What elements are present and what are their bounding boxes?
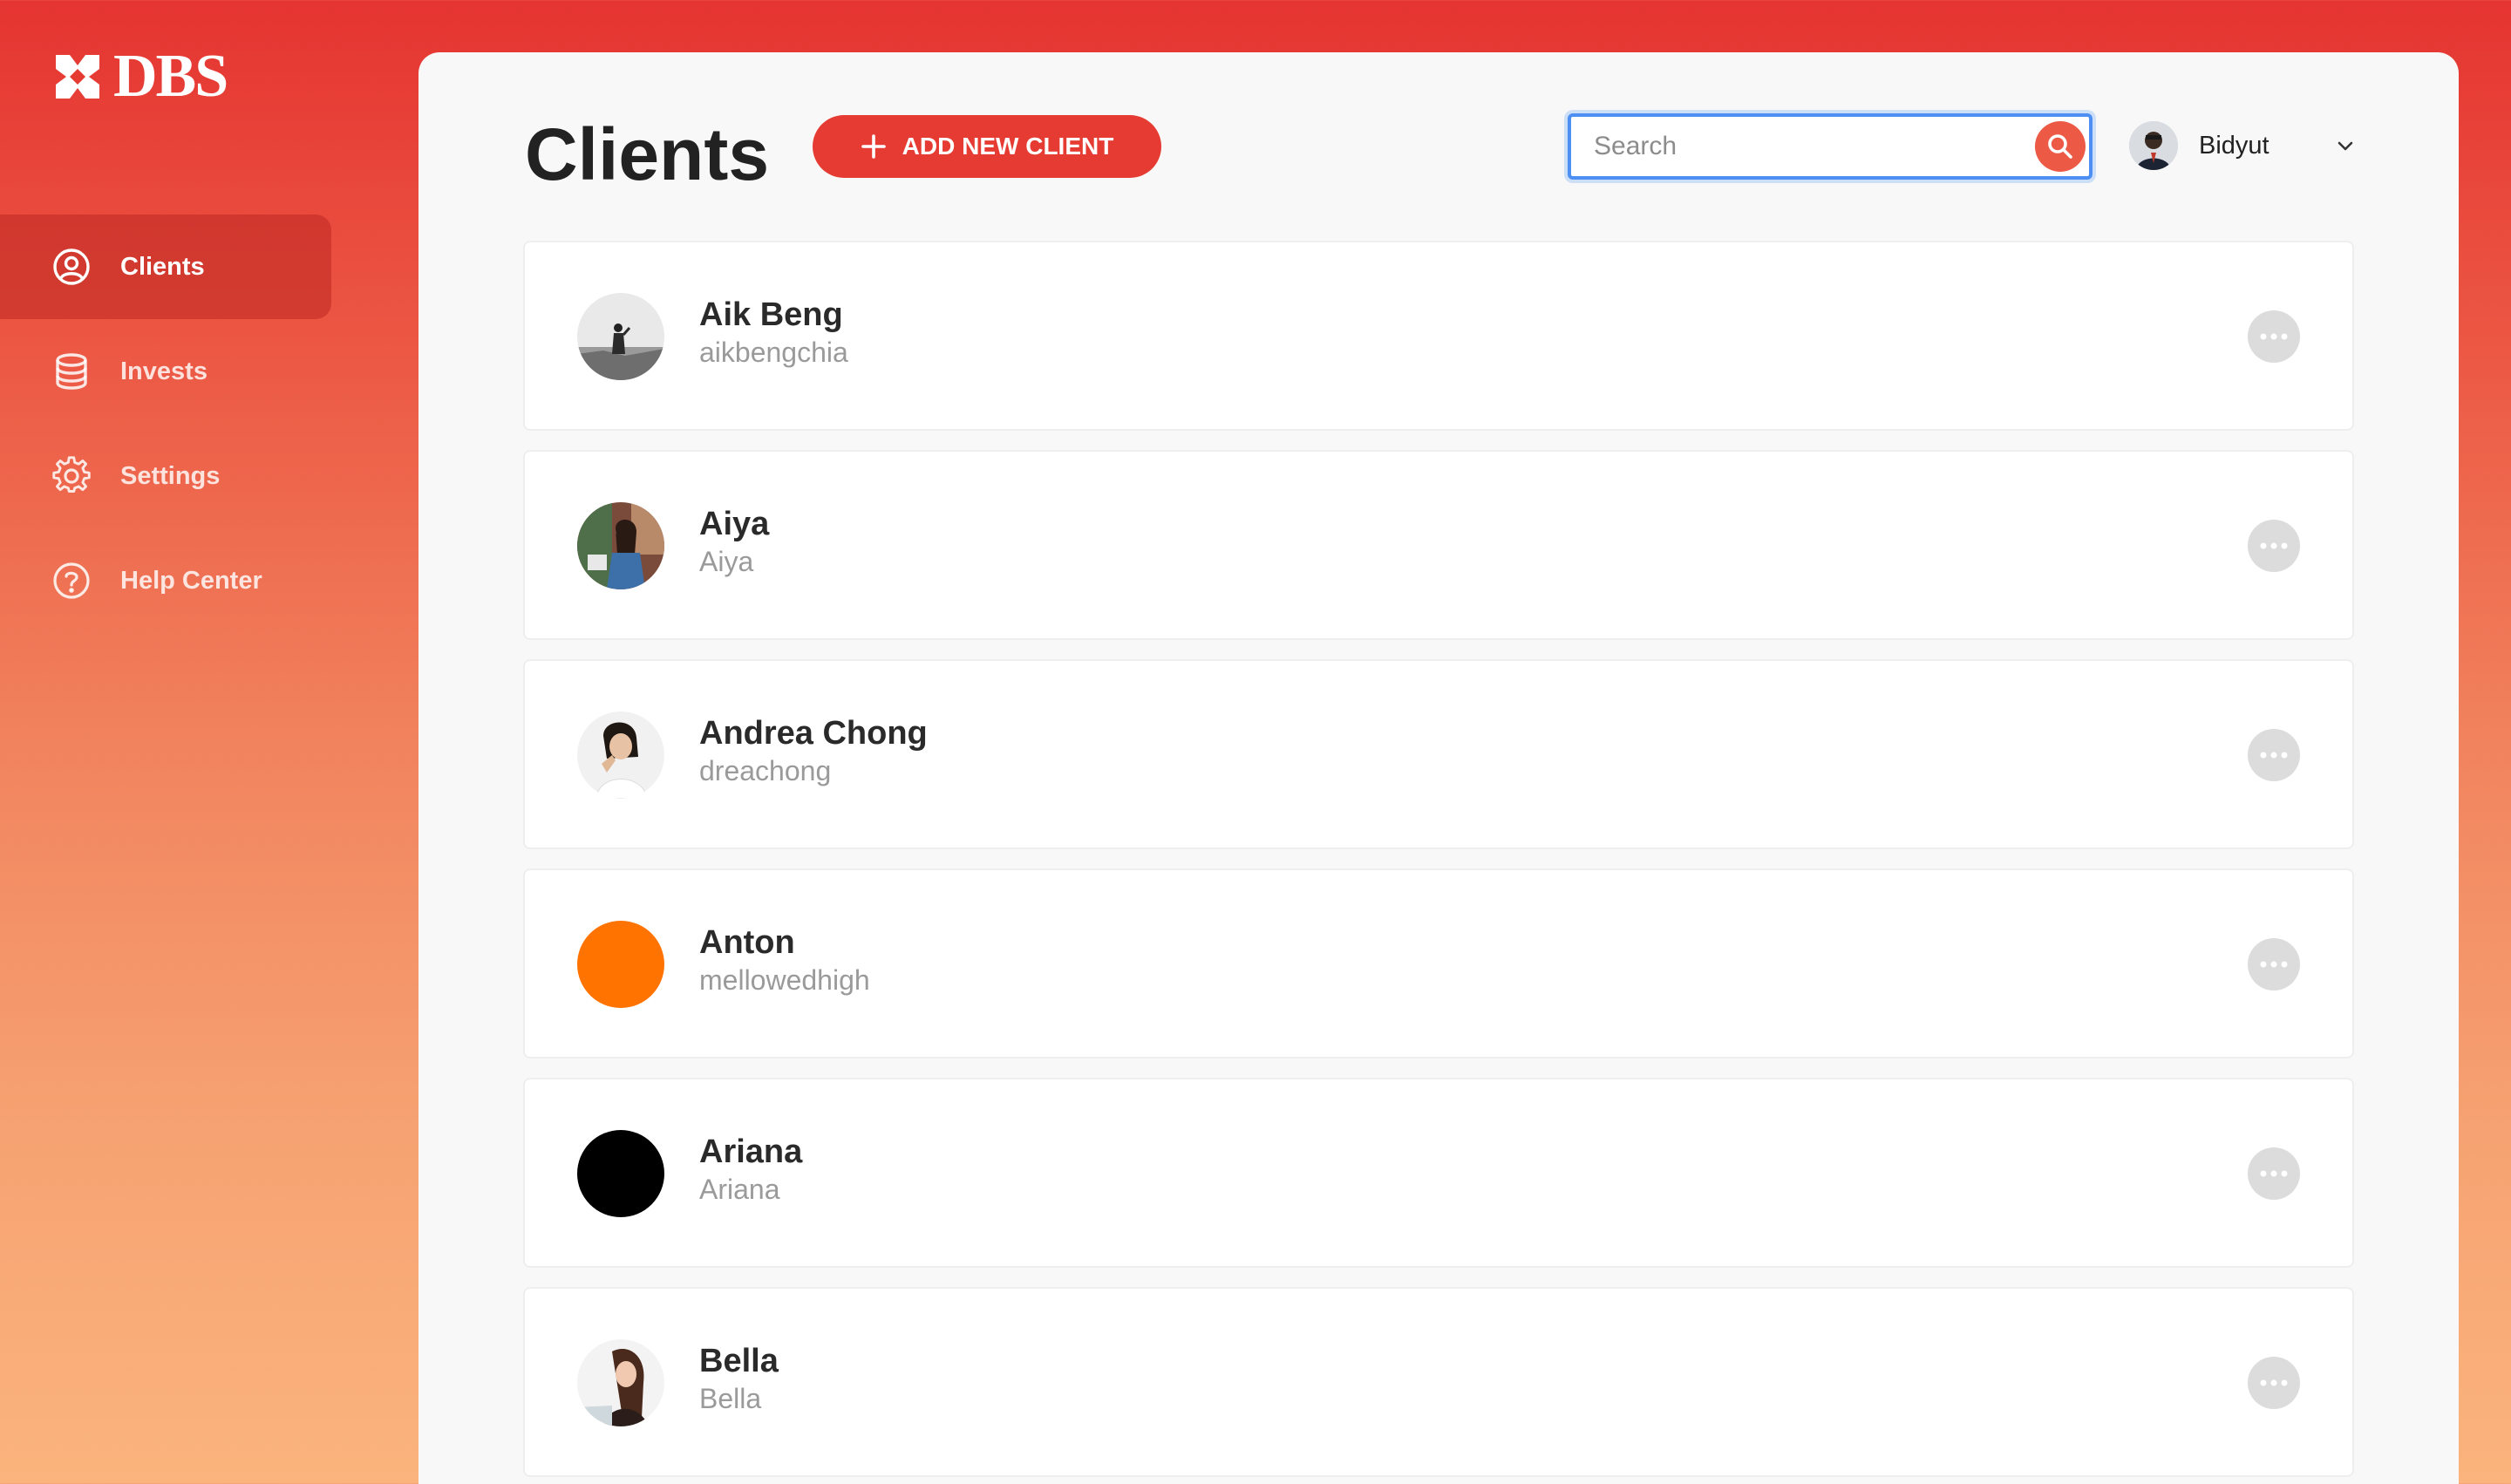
client-row[interactable]: Bella Bella xyxy=(523,1287,2354,1477)
dbs-logo[interactable]: DBS xyxy=(51,43,228,110)
client-avatar xyxy=(577,502,664,589)
sidebar-item-invests[interactable]: Invests xyxy=(0,319,331,424)
client-handle: Aiya xyxy=(699,546,754,577)
add-new-client-label: ADD NEW CLIENT xyxy=(902,133,1114,160)
client-name: Aiya xyxy=(699,506,770,542)
help-circle-icon xyxy=(51,560,92,602)
user-circle-icon xyxy=(51,246,92,288)
client-row[interactable]: Anton mellowedhigh xyxy=(523,868,2354,1059)
more-options-button[interactable] xyxy=(2248,938,2300,990)
sidebar-item-label: Invests xyxy=(120,357,208,385)
client-row[interactable]: Andrea Chong dreachong xyxy=(523,659,2354,849)
search-box xyxy=(1568,113,2092,180)
more-options-button[interactable] xyxy=(2248,520,2300,572)
sidebar-item-help-center[interactable]: Help Center xyxy=(0,528,331,633)
more-horizontal-icon xyxy=(2260,1379,2288,1386)
more-horizontal-icon xyxy=(2260,752,2288,759)
chevron-down-icon[interactable] xyxy=(2335,135,2356,156)
client-name: Andrea Chong xyxy=(699,715,928,752)
more-horizontal-icon xyxy=(2260,1170,2288,1177)
more-horizontal-icon xyxy=(2260,333,2288,340)
search-icon xyxy=(2048,134,2072,159)
more-horizontal-icon xyxy=(2260,961,2288,968)
sidebar-item-label: Help Center xyxy=(120,566,262,595)
client-name: Bella xyxy=(699,1343,779,1379)
client-handle: aikbengchia xyxy=(699,337,848,368)
plus-icon xyxy=(861,134,886,159)
client-avatar xyxy=(577,921,664,1008)
user-menu[interactable]: Bidyut xyxy=(2129,119,2356,173)
client-list: Aik Beng aikbengchia Aiya Aiya Andrea Ch… xyxy=(523,241,2354,1484)
avatar xyxy=(2129,121,2178,170)
search-input[interactable] xyxy=(1594,117,2004,176)
client-handle: Bella xyxy=(699,1383,762,1414)
sidebar-item-label: Settings xyxy=(120,461,221,490)
client-handle: mellowedhigh xyxy=(699,964,870,996)
more-options-button[interactable] xyxy=(2248,729,2300,781)
client-name: Anton xyxy=(699,924,795,961)
client-name: Ariana xyxy=(699,1133,803,1170)
more-options-button[interactable] xyxy=(2248,310,2300,363)
client-handle: dreachong xyxy=(699,755,832,786)
client-row[interactable]: Ariana Ariana xyxy=(523,1078,2354,1268)
more-horizontal-icon xyxy=(2260,542,2288,549)
client-row[interactable]: Aiya Aiya xyxy=(523,450,2354,640)
brand-name: DBS xyxy=(113,43,228,110)
sidebar-item-settings[interactable]: Settings xyxy=(0,424,331,528)
client-avatar xyxy=(577,1339,664,1426)
client-avatar xyxy=(577,293,664,380)
search-button[interactable] xyxy=(2035,121,2086,172)
client-handle: Ariana xyxy=(699,1174,780,1205)
client-avatar xyxy=(577,711,664,799)
gear-icon xyxy=(51,455,92,497)
more-options-button[interactable] xyxy=(2248,1147,2300,1200)
dbs-star-logo-icon xyxy=(56,55,99,99)
add-new-client-button[interactable]: ADD NEW CLIENT xyxy=(813,115,1161,178)
sidebar-item-clients[interactable]: Clients xyxy=(0,214,331,319)
more-options-button[interactable] xyxy=(2248,1357,2300,1409)
page-title: Clients xyxy=(525,113,770,195)
sidebar-item-label: Clients xyxy=(120,252,205,281)
client-name: Aik Beng xyxy=(699,296,843,333)
database-icon xyxy=(51,351,92,392)
user-name: Bidyut xyxy=(2199,131,2269,160)
main-panel: Clients ADD NEW CLIENT Bidyut xyxy=(418,52,2459,1484)
client-avatar xyxy=(577,1130,664,1217)
sidebar-nav: Clients Invests Settings Help Center xyxy=(0,214,331,633)
client-row[interactable]: Aik Beng aikbengchia xyxy=(523,241,2354,431)
